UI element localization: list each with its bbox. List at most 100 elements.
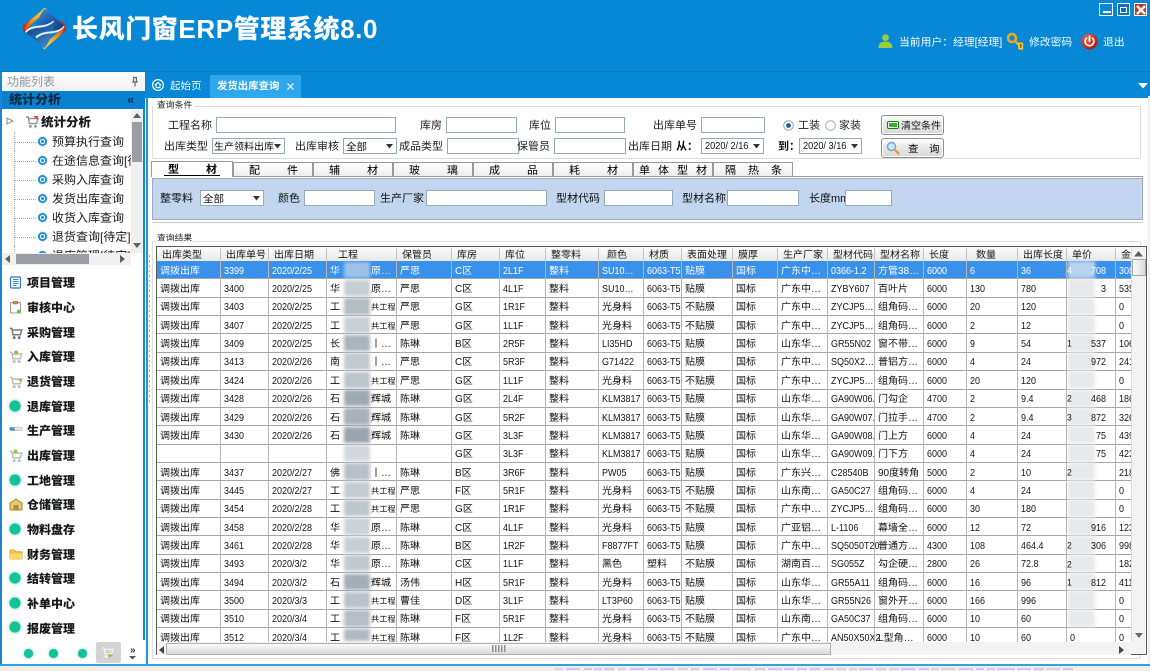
svg-text:24: 24: [1021, 449, 1031, 461]
svg-text:2020/2/25: 2020/2/25: [272, 320, 312, 332]
svg-text:0: 0: [1119, 504, 1124, 516]
svg-text:1L1F: 1L1F: [503, 320, 524, 332]
svg-text:24: 24: [1021, 485, 1031, 497]
svg-text:ZYCJP5…: ZYCJP5…: [831, 320, 873, 332]
svg-text:…: …: [908, 486, 918, 497]
svg-text:10: 10: [970, 614, 980, 626]
svg-text:0: 0: [1119, 614, 1124, 626]
svg-text:6000: 6000: [927, 357, 947, 369]
svg-text:20: 20: [970, 302, 980, 314]
svg-text:SQ5050T20: SQ5050T20: [831, 540, 879, 552]
svg-text:ZYCJP5…: ZYCJP5…: [831, 302, 873, 314]
svg-text:8.0: 8.0: [340, 14, 378, 44]
svg-text:2020/2/26: 2020/2/26: [272, 357, 312, 369]
svg-text:C: C: [455, 266, 462, 277]
svg-text:108: 108: [970, 540, 985, 552]
svg-text:G: G: [455, 376, 463, 387]
svg-text:10: 10: [1021, 467, 1031, 479]
svg-text:…: …: [908, 302, 918, 313]
svg-text:75: 75: [1096, 430, 1106, 442]
svg-text:6063-T5: 6063-T5: [647, 320, 680, 332]
svg-text:0: 0: [1119, 375, 1124, 387]
svg-text:2: 2: [1067, 393, 1072, 404]
svg-text:6063-T5: 6063-T5: [647, 485, 680, 497]
svg-text:F: F: [455, 486, 461, 497]
svg-text:G: G: [455, 412, 463, 423]
svg-text:12: 12: [970, 522, 980, 534]
svg-text:130: 130: [970, 283, 985, 295]
svg-text:2020/2/27: 2020/2/27: [272, 485, 312, 497]
svg-text:6063-T5: 6063-T5: [647, 595, 680, 607]
svg-text:6063-T5: 6063-T5: [647, 339, 680, 351]
svg-text:2R5F: 2R5F: [503, 339, 525, 351]
svg-text:GR55A11: GR55A11: [831, 577, 870, 589]
svg-text:30: 30: [970, 504, 980, 516]
svg-text:6000: 6000: [927, 339, 947, 351]
svg-text:3L3F: 3L3F: [503, 430, 524, 442]
svg-text:LT3P60: LT3P60: [602, 595, 633, 607]
svg-text:5R1F: 5R1F: [503, 614, 525, 626]
svg-text:708: 708: [1091, 265, 1106, 277]
svg-text:6000: 6000: [927, 522, 947, 534]
svg-text:2020/2/26: 2020/2/26: [272, 430, 312, 442]
svg-text:…: …: [381, 522, 391, 533]
svg-text:12: 12: [1021, 320, 1031, 332]
svg-text:75: 75: [1096, 449, 1106, 461]
svg-text:G: G: [455, 302, 463, 313]
svg-text:6000: 6000: [927, 504, 947, 516]
svg-text:3500: 3500: [224, 595, 244, 607]
svg-text:90: 90: [878, 467, 890, 478]
svg-text:3403: 3403: [224, 302, 244, 314]
svg-text:C: C: [455, 522, 462, 533]
svg-text:6000: 6000: [927, 614, 947, 626]
svg-text:2020/2/26: 2020/2/26: [272, 412, 312, 424]
svg-text:…: …: [381, 357, 391, 368]
svg-text:»: »: [130, 645, 136, 656]
svg-text:4L1F: 4L1F: [503, 283, 524, 295]
svg-text:C: C: [455, 284, 462, 295]
svg-text:120: 120: [1021, 302, 1036, 314]
svg-text:…: …: [811, 412, 821, 423]
svg-text:ZYCJP5…: ZYCJP5…: [831, 504, 873, 516]
svg-text:]: ]: [999, 36, 1002, 48]
svg-text:6063-T5: 6063-T5: [647, 467, 680, 479]
svg-text:G: G: [455, 504, 463, 515]
svg-text:3L1F: 3L1F: [503, 595, 524, 607]
svg-text:180: 180: [1021, 504, 1036, 516]
svg-text:F8877FT: F8877FT: [602, 540, 639, 552]
svg-text:H: H: [455, 577, 462, 588]
svg-text:3494: 3494: [224, 577, 244, 589]
svg-text:…: …: [908, 376, 918, 387]
svg-text:2020/2/25: 2020/2/25: [272, 265, 312, 277]
svg-text:C: C: [455, 357, 462, 368]
svg-text:3461: 3461: [224, 540, 244, 552]
svg-text:2020/2/28: 2020/2/28: [272, 540, 312, 552]
svg-text:0: 0: [1119, 302, 1124, 314]
svg-text:3493: 3493: [224, 559, 244, 571]
svg-text:6063-T5: 6063-T5: [647, 540, 680, 552]
svg-text:B: B: [455, 339, 462, 350]
svg-text:…: …: [908, 321, 918, 332]
svg-text:3407: 3407: [224, 320, 244, 332]
svg-text:…: …: [811, 596, 821, 607]
svg-text:166: 166: [970, 595, 985, 607]
svg-text:3454: 3454: [224, 504, 244, 516]
svg-text:2020/2/25: 2020/2/25: [272, 339, 312, 351]
svg-text:…: …: [381, 541, 391, 552]
svg-text:6000: 6000: [927, 375, 947, 387]
svg-text:…: …: [811, 467, 821, 478]
svg-text:4700: 4700: [927, 412, 947, 424]
svg-text:4L1F: 4L1F: [503, 522, 524, 534]
svg-text:0: 0: [1119, 320, 1124, 332]
svg-text:B: B: [455, 541, 462, 552]
svg-text:3L3F: 3L3F: [503, 449, 524, 461]
svg-text:916: 916: [1091, 522, 1106, 534]
svg-text:SQ50X2…: SQ50X2…: [831, 357, 874, 369]
svg-text:…: …: [811, 486, 821, 497]
svg-text:1L1F: 1L1F: [503, 559, 524, 571]
svg-text:5R2F: 5R2F: [503, 412, 525, 424]
svg-text:1L1F: 1L1F: [503, 375, 524, 387]
svg-text:GR55N26: GR55N26: [831, 595, 871, 607]
svg-text:2: 2: [1067, 540, 1072, 551]
svg-text:72: 72: [1021, 522, 1031, 534]
